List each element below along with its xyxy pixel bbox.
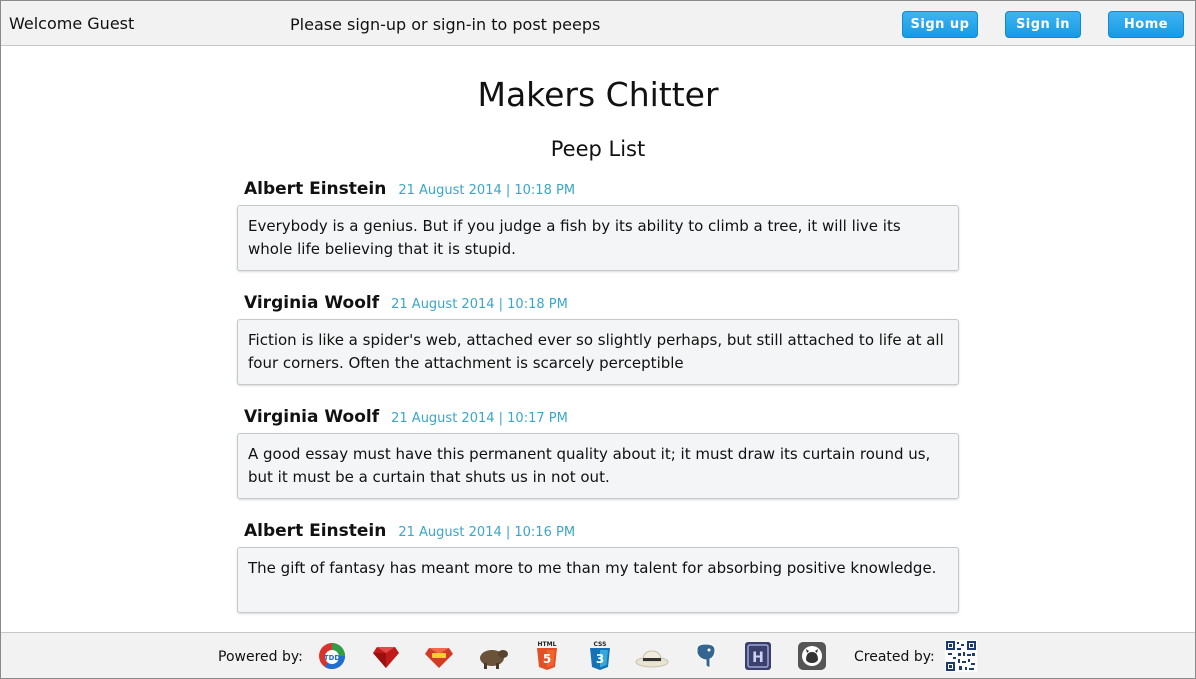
powered-by-label: Powered by: xyxy=(218,649,303,665)
capybara-icon[interactable] xyxy=(478,641,508,671)
sign-in-button[interactable]: Sign in xyxy=(1005,11,1081,38)
svg-text:5: 5 xyxy=(543,652,551,666)
css3-icon[interactable]: CSS 3 xyxy=(585,641,615,671)
peep-timestamp: 21 August 2014 | 10:18 PM xyxy=(398,183,576,198)
footer: Powered by: TDD HTML 5 CSS 3 H Created b… xyxy=(1,632,1195,678)
ruby-icon[interactable] xyxy=(371,641,401,671)
peep-text: Everybody is a genius. But if you judge … xyxy=(237,205,959,271)
peep-text: The gift of fantasy has meant more to me… xyxy=(237,547,959,613)
peep-text: A good essay must have this permanent qu… xyxy=(237,433,959,499)
html5-icon[interactable]: HTML 5 xyxy=(532,641,562,671)
rspec-icon[interactable] xyxy=(424,641,454,671)
qr-code-icon[interactable] xyxy=(945,640,977,672)
top-navbar: Welcome Guest Please sign-up or sign-in … xyxy=(1,1,1195,46)
peep-header: Virginia Woolf 21 August 2014 | 10:18 PM xyxy=(244,293,568,313)
home-button[interactable]: Home xyxy=(1108,11,1184,38)
heroku-text: H xyxy=(752,650,764,666)
heroku-icon[interactable]: H xyxy=(743,641,773,671)
peep-header: Virginia Woolf 21 August 2014 | 10:17 PM xyxy=(244,407,568,427)
peep-text: Fiction is like a spider's web, attached… xyxy=(237,319,959,385)
tdd-icon[interactable]: TDD xyxy=(317,641,347,671)
peep-author: Virginia Woolf xyxy=(244,407,380,427)
css3-text: CSS xyxy=(594,641,607,648)
peep-author: Virginia Woolf xyxy=(244,293,380,313)
peep-header: Albert Einstein 21 August 2014 | 10:16 PM xyxy=(244,521,575,541)
signin-notice: Please sign-up or sign-in to post peeps xyxy=(290,15,601,34)
welcome-text: Welcome Guest xyxy=(9,14,135,33)
created-by-label: Created by: xyxy=(854,649,935,665)
peep-timestamp: 21 August 2014 | 10:16 PM xyxy=(398,525,576,540)
page-title: Makers Chitter xyxy=(477,75,719,114)
tdd-text: TDD xyxy=(324,654,341,662)
peep-author: Albert Einstein xyxy=(244,521,387,541)
peep-author: Albert Einstein xyxy=(244,179,387,199)
github-icon[interactable] xyxy=(797,641,827,671)
sinatra-hat-icon[interactable] xyxy=(635,641,669,671)
peep-header: Albert Einstein 21 August 2014 | 10:18 PM xyxy=(244,179,575,199)
peep-timestamp: 21 August 2014 | 10:17 PM xyxy=(391,411,568,426)
peep-list-heading: Peep List xyxy=(550,137,646,161)
html5-text: HTML xyxy=(538,641,557,648)
peep-timestamp: 21 August 2014 | 10:18 PM xyxy=(391,297,568,312)
svg-text:3: 3 xyxy=(596,652,604,666)
sign-up-button[interactable]: Sign up xyxy=(902,11,978,38)
postgresql-elephant-icon[interactable] xyxy=(691,641,721,671)
